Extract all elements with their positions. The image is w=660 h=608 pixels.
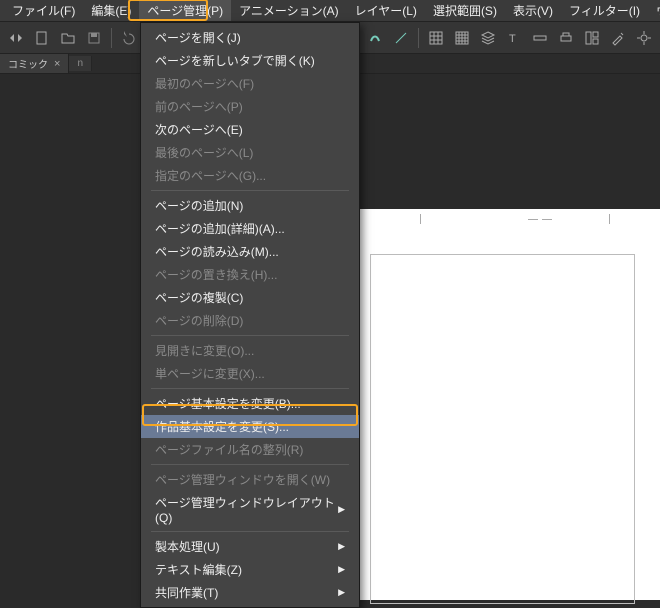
dropdown-separator [151,464,349,465]
dropdown-separator [151,531,349,532]
document-tab[interactable]: コミック × [0,54,69,73]
line-icon[interactable] [389,26,413,50]
ruler-icon[interactable] [528,26,552,50]
menu-page-manage[interactable]: ページ管理(P) [139,0,231,21]
menu-view[interactable]: 表示(V) [505,0,561,21]
gear-icon[interactable] [632,26,656,50]
page-preview-background [350,209,660,600]
dd-binding[interactable]: 製本処理(U)▶ [141,535,359,558]
toolbar-separator [111,28,112,48]
new-doc-icon[interactable] [30,26,54,50]
undo-icon[interactable] [117,26,141,50]
dd-open-page-new-tab[interactable]: ページを新しいタブで開く(K) [141,49,359,72]
menu-edit[interactable]: 編集(E) [83,0,139,21]
grid2-icon[interactable] [450,26,474,50]
dd-add-page-detail[interactable]: ページの追加(詳細)(A)... [141,217,359,240]
wand-icon[interactable] [606,26,630,50]
dd-next-page[interactable]: 次のページへ(E) [141,118,359,141]
page-preview-frame [370,254,635,604]
tab-label: n [77,58,83,69]
toolbar-separator [418,28,419,48]
menu-selection[interactable]: 選択範囲(S) [425,0,505,21]
page-manage-dropdown: ページを開く(J) ページを新しいタブで開く(K) 最初のページへ(F) 前のペ… [140,22,360,608]
stroke-icon[interactable] [363,26,387,50]
dd-text-edit[interactable]: テキスト編集(Z)▶ [141,558,359,581]
chevron-right-icon: ▶ [338,504,345,515]
chevron-right-icon: ▶ [338,587,345,598]
dd-open-page-manage-window: ページ管理ウィンドウを開く(W) [141,468,359,491]
dd-import-page[interactable]: ページの読み込み(M)... [141,240,359,263]
grid-icon[interactable] [424,26,448,50]
dd-duplicate-page[interactable]: ページの複製(C) [141,286,359,309]
svg-text:T: T [509,33,516,45]
menu-layer[interactable]: レイヤー(L) [347,0,425,21]
dd-replace-page: ページの置き換え(H)... [141,263,359,286]
dd-first-page: 最初のページへ(F) [141,72,359,95]
dd-to-single: 単ページに変更(X)... [141,362,359,385]
expand-icon[interactable] [4,26,28,50]
save-icon[interactable] [82,26,106,50]
dd-last-page: 最後のページへ(L) [141,141,359,164]
dd-collab[interactable]: 共同作業(T)▶ [141,581,359,604]
menu-filter[interactable]: フィルター(I) [561,0,648,21]
menu-file[interactable]: ファイル(F) [4,0,83,21]
layers-icon[interactable] [476,26,500,50]
print-icon[interactable] [554,26,578,50]
menubar: ファイル(F) 編集(E) ページ管理(P) アニメーション(A) レイヤー(L… [0,0,660,22]
crop-mark-top [420,214,660,224]
dd-change-page-settings[interactable]: ページ基本設定を変更(B)... [141,392,359,415]
chevron-right-icon: ▶ [338,541,345,552]
dropdown-separator [151,388,349,389]
dd-add-page[interactable]: ページの追加(N) [141,194,359,217]
dropdown-separator [151,335,349,336]
text-icon[interactable]: T [502,26,526,50]
dd-page-manage-layout[interactable]: ページ管理ウィンドウレイアウト(Q)▶ [141,491,359,528]
dd-delete-page: ページの削除(D) [141,309,359,332]
document-tab-2[interactable]: n [69,56,92,71]
dropdown-separator [151,190,349,191]
dd-sort-filenames: ページファイル名の整列(R) [141,438,359,461]
menu-animation[interactable]: アニメーション(A) [231,0,347,21]
tab-label: コミック [8,56,48,71]
dd-change-work-settings[interactable]: 作品基本設定を変更(S)... [141,415,359,438]
panels-icon[interactable] [580,26,604,50]
close-icon[interactable]: × [54,58,60,70]
dd-open-page[interactable]: ページを開く(J) [141,26,359,49]
menu-window[interactable]: ウィンドウ(W) [648,0,660,21]
dd-prev-page: 前のページへ(P) [141,95,359,118]
chevron-right-icon: ▶ [338,564,345,575]
open-folder-icon[interactable] [56,26,80,50]
dd-to-spread: 見開きに変更(O)... [141,339,359,362]
dd-goto-page: 指定のページへ(G)... [141,164,359,187]
